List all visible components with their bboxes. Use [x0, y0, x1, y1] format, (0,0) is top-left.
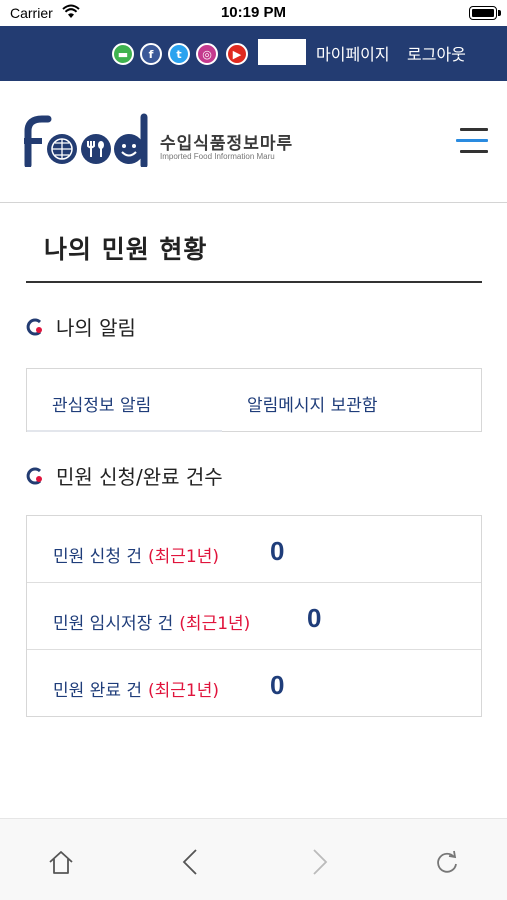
- mypage-link[interactable]: 마이페이지: [316, 41, 390, 65]
- site-name-ko: 수입식품정보마루: [160, 134, 294, 154]
- back-icon[interactable]: [176, 847, 206, 877]
- user-name-box: [258, 39, 306, 65]
- period-label: (최근1년): [148, 547, 220, 567]
- section-heading-complaint-counts: 민원 신청/완료 건수: [26, 461, 223, 490]
- complaint-count-row[interactable]: 민원 완료 건 (최근1년) 0: [27, 650, 481, 717]
- site-header: 수입식품정보마루 Imported Food Information Maru: [0, 81, 507, 203]
- tab-message-archive[interactable]: 알림메시지 보관함: [247, 391, 378, 416]
- forward-icon[interactable]: [304, 847, 334, 877]
- battery-icon: [469, 6, 501, 20]
- section-label: 나의 알림: [56, 316, 136, 340]
- food-logo[interactable]: [22, 113, 154, 167]
- section-bullet-icon: [26, 467, 44, 485]
- period-label: (최근1년): [179, 614, 251, 634]
- active-tab-indicator: [27, 430, 222, 432]
- home-icon[interactable]: [46, 847, 76, 877]
- complaint-count-row[interactable]: 민원 신청 건 (최근1년) 0: [27, 516, 481, 583]
- status-bar: Carrier 10:19 PM: [0, 0, 507, 26]
- line-icon[interactable]: ▬: [112, 43, 134, 65]
- count-row-label: 민원 완료 건 (최근1년): [53, 681, 220, 701]
- complaint-count-table: 민원 신청 건 (최근1년) 0 민원 임시저장 건 (최근1년) 0 민원 완료 …: [26, 515, 482, 717]
- count-value[interactable]: 0: [270, 670, 284, 701]
- complaint-count-row[interactable]: 민원 임시저장 건 (최근1년) 0: [27, 583, 481, 650]
- count-row-label: 민원 신청 건 (최근1년): [53, 547, 220, 567]
- page-title: 나의 민원 현황: [44, 235, 208, 264]
- top-utility-bar: ▬ f t ◎ ▶ 마이페이지 로그아웃: [0, 26, 507, 81]
- section-bullet-icon: [26, 318, 44, 336]
- section-heading-notifications: 나의 알림: [26, 312, 136, 341]
- youtube-icon[interactable]: ▶: [226, 43, 248, 65]
- title-divider: [26, 281, 482, 283]
- tab-interest-alerts[interactable]: 관심정보 알림: [52, 391, 151, 416]
- twitter-icon[interactable]: t: [168, 43, 190, 65]
- count-row-label: 민원 임시저장 건 (최근1년): [53, 614, 251, 634]
- section-label: 민원 신청/완료 건수: [56, 465, 223, 489]
- hamburger-menu-icon[interactable]: [456, 126, 490, 158]
- count-value[interactable]: 0: [307, 603, 321, 634]
- notification-tabs: 관심정보 알림 알림메시지 보관함: [26, 368, 482, 432]
- site-name-en: Imported Food Information Maru: [160, 152, 275, 161]
- period-label: (최근1년): [148, 681, 220, 701]
- status-time: 10:19 PM: [220, 4, 287, 21]
- logout-link[interactable]: 로그아웃: [407, 41, 466, 65]
- facebook-icon[interactable]: f: [140, 43, 162, 65]
- instagram-icon[interactable]: ◎: [196, 43, 218, 65]
- browser-toolbar: [0, 818, 507, 900]
- reload-icon[interactable]: [432, 847, 462, 877]
- count-value[interactable]: 0: [270, 536, 284, 567]
